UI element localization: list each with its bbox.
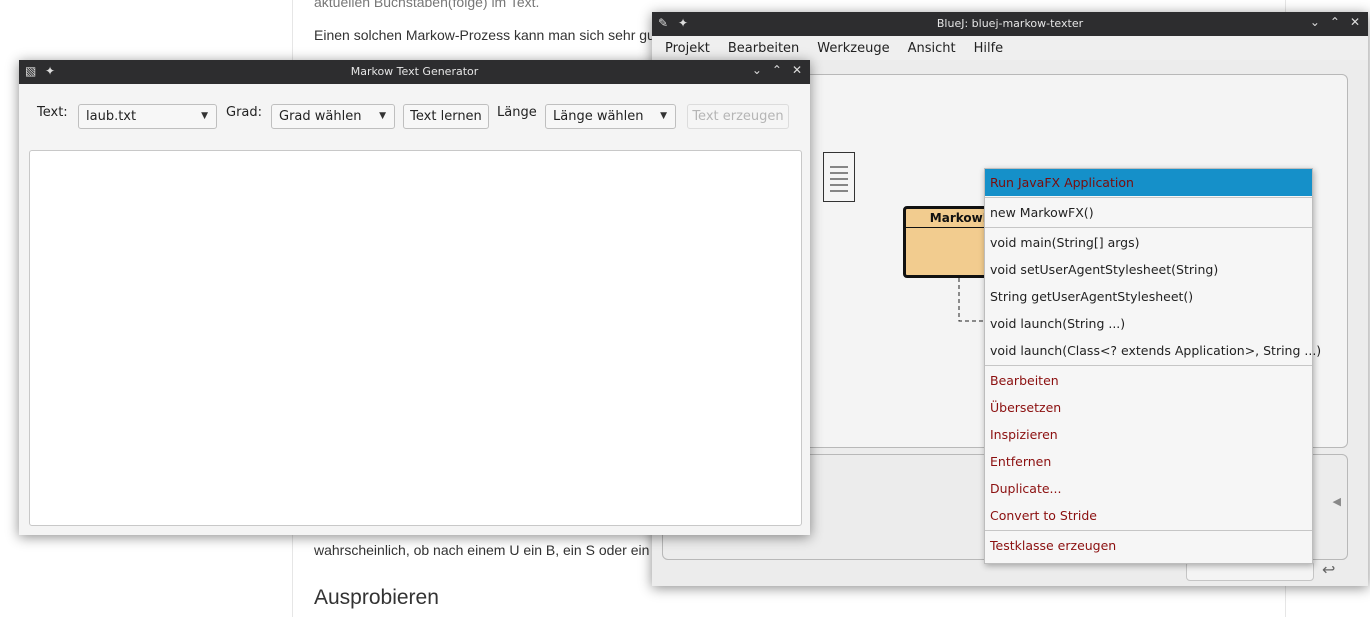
text-lernen-button[interactable]: Text lernen <box>403 104 489 129</box>
output-textarea[interactable] <box>29 150 802 526</box>
scroll-left-icon[interactable]: ◀ <box>1333 495 1341 508</box>
menu-item-run-javafx[interactable]: Run JavaFX Application <box>985 169 1312 196</box>
menu-separator <box>985 197 1312 198</box>
background-text-line-top: aktuellen Buchstaben(folge) im Text. <box>314 0 540 10</box>
grad-select-value: Grad wählen <box>279 109 362 124</box>
background-text-line-1: Einen solchen Markow-Prozess kann man si… <box>314 27 655 43</box>
bluej-menubar: Projekt Bearbeiten Werkzeuge Ansicht Hil… <box>652 36 1368 60</box>
grad-label: Grad: <box>226 105 263 120</box>
minimize-icon[interactable]: ⌄ <box>1310 15 1320 29</box>
laenge-select[interactable]: Länge wählen ▼ <box>545 104 676 129</box>
text-select-value: laub.txt <box>86 109 137 124</box>
chevron-down-icon: ▼ <box>379 111 386 121</box>
readme-document-icon[interactable] <box>823 152 855 202</box>
menu-item-method-get-stylesheet[interactable]: String getUserAgentStylesheet() <box>985 283 1312 310</box>
menu-projekt[interactable]: Projekt <box>656 41 719 56</box>
menu-item-convert-to-stride[interactable]: Convert to Stride <box>985 502 1312 529</box>
text-label: Text: <box>37 105 68 120</box>
maximize-icon[interactable]: ⌃ <box>772 63 782 77</box>
menu-bearbeiten[interactable]: Bearbeiten <box>719 41 808 56</box>
markow-toolbar: Text: laub.txt ▼ Grad: Grad wählen ▼ Tex… <box>19 84 810 144</box>
menu-item-method-set-stylesheet[interactable]: void setUserAgentStylesheet(String) <box>985 256 1312 283</box>
grad-select[interactable]: Grad wählen ▼ <box>271 104 395 129</box>
menu-item-bearbeiten[interactable]: Bearbeiten <box>985 367 1312 394</box>
class-context-menu: Run JavaFX Application new MarkowFX() vo… <box>984 168 1321 564</box>
menu-item-entfernen[interactable]: Entfernen <box>985 448 1312 475</box>
laenge-select-value: Länge wählen <box>553 109 644 124</box>
menu-item-new-markowfx[interactable]: new MarkowFX() <box>985 199 1312 226</box>
markow-window: ▧ ✦ Markow Text Generator ⌄ ⌃ ✕ Text: la… <box>19 60 810 535</box>
close-icon[interactable]: ✕ <box>792 63 802 77</box>
menu-separator <box>985 365 1312 366</box>
close-icon[interactable]: ✕ <box>1350 15 1360 29</box>
bluej-window-title: BlueJ: bluej-markow-texter <box>936 17 1084 30</box>
wrap-arrow-icon[interactable]: ↩ <box>1322 560 1335 579</box>
markow-window-title: Markow Text Generator <box>350 65 479 78</box>
menu-item-method-launch[interactable]: void launch(String ...) <box>985 310 1312 337</box>
minimize-icon[interactable]: ⌄ <box>752 63 762 77</box>
menu-hilfe[interactable]: Hilfe <box>965 41 1013 56</box>
laenge-label: Länge <box>497 105 537 120</box>
bluej-titlebar: ✎ ✦ BlueJ: bluej-markow-texter ⌄ ⌃ ✕ <box>652 12 1368 36</box>
menu-item-testklasse-erzeugen[interactable]: Testklasse erzeugen <box>985 532 1312 559</box>
menu-ansicht[interactable]: Ansicht <box>899 41 965 56</box>
terminal-field[interactable] <box>1186 561 1314 581</box>
background-heading: Ausprobieren <box>314 586 439 609</box>
markow-titlebar: ▧ ✦ Markow Text Generator ⌄ ⌃ ✕ <box>19 60 810 84</box>
menu-separator <box>985 530 1312 531</box>
text-erzeugen-button[interactable]: Text erzeugen <box>687 104 789 129</box>
chevron-down-icon: ▼ <box>201 111 208 121</box>
menu-item-method-main[interactable]: void main(String[] args) <box>985 229 1312 256</box>
menu-item-method-launch-class[interactable]: void launch(Class<? extends Application>… <box>985 337 1321 364</box>
menu-werkzeuge[interactable]: Werkzeuge <box>808 41 898 56</box>
menu-item-duplicate[interactable]: Duplicate... <box>985 475 1312 502</box>
menu-item-inspizieren[interactable]: Inspizieren <box>985 421 1312 448</box>
background-text-line-2: wahrscheinlich, ob nach einem U ein B, e… <box>314 542 650 558</box>
maximize-icon[interactable]: ⌃ <box>1330 15 1340 29</box>
menu-separator <box>985 227 1312 228</box>
chevron-down-icon: ▼ <box>660 111 667 121</box>
menu-item-uebersetzen[interactable]: Übersetzen <box>985 394 1312 421</box>
text-select[interactable]: laub.txt ▼ <box>78 104 217 129</box>
